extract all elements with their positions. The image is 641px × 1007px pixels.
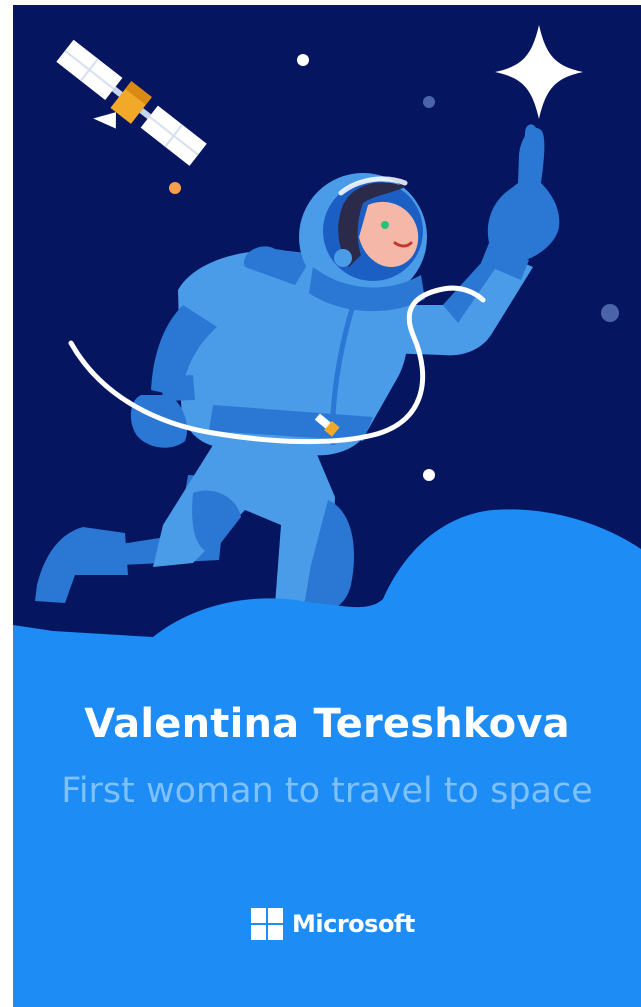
star-dot xyxy=(423,469,435,481)
star-dot xyxy=(297,54,309,66)
star-dot xyxy=(601,304,619,322)
brand-lockup: Microsoft xyxy=(251,907,415,941)
microsoft-logo-icon xyxy=(251,908,283,940)
star-dot xyxy=(423,96,435,108)
sparkle-star-icon xyxy=(495,25,583,119)
space-illustration xyxy=(13,25,641,1007)
card-subtitle: First woman to travel to space xyxy=(61,771,593,811)
satellite-icon xyxy=(56,39,207,166)
card-title: Valentina Tereshkova xyxy=(84,701,570,747)
hero-card: Valentina Tereshkova First woman to trav… xyxy=(13,5,641,1007)
brand-name: Microsoft xyxy=(292,910,415,938)
orange-dot xyxy=(169,182,181,194)
